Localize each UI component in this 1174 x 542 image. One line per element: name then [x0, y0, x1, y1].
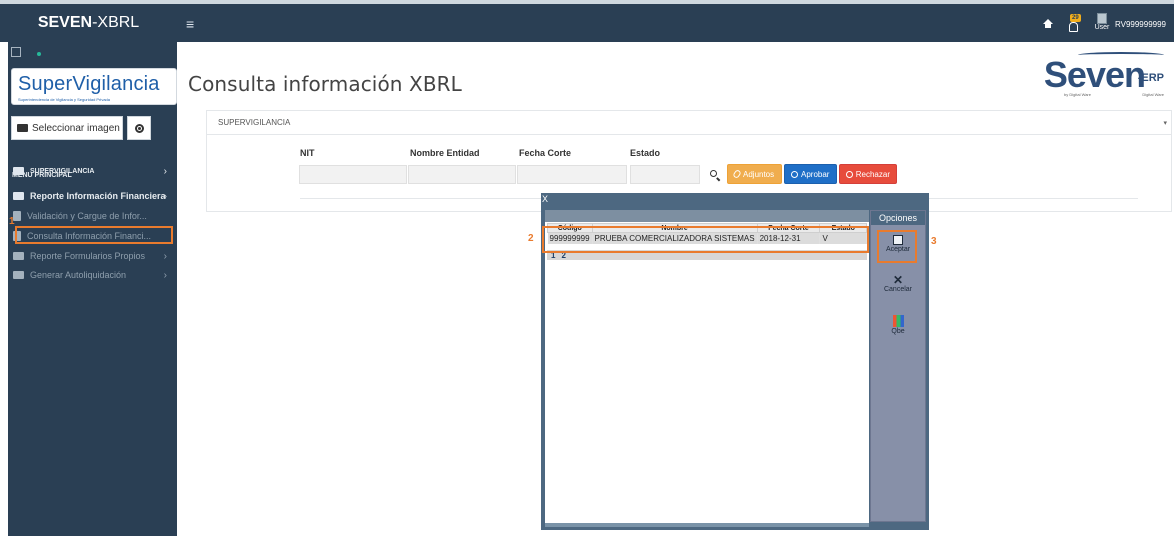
select-image-button[interactable]: Seleccionar imagen [11, 116, 123, 140]
nit-input[interactable] [299, 165, 407, 184]
highlight-aceptar [877, 230, 917, 263]
app-root: SEVEN -XBRL ≡ 29 User RV999999999 SuperVi… [0, 0, 1174, 542]
brand-title: SEVEN -XBRL [0, 4, 177, 42]
user-name: RV999999999 [1114, 19, 1166, 29]
brand-rest: -XBRL [92, 14, 140, 31]
client-logo: SuperVigilancia Superintendencia de Vigi… [11, 68, 177, 105]
folder-icon [13, 167, 24, 175]
chevron-right-icon: › [163, 250, 167, 262]
nombre-input[interactable] [408, 165, 516, 184]
panel-title: SUPERVIGILANCIA [218, 118, 291, 127]
seven-erp-logo: Seven -ERP by Digital Ware Digital Ware [1044, 52, 1164, 100]
annotation-3: 3 [931, 236, 937, 247]
estado-label: Estado [630, 148, 661, 158]
nit-label: NIT [300, 148, 315, 158]
logo-company: Digital Ware [1142, 92, 1164, 97]
folder-icon [13, 192, 24, 200]
notification-badge: 29 [1069, 14, 1081, 22]
qbe-label: Qbe [891, 328, 905, 335]
sidebar-item-label: SUPERVIGILANCIA [30, 167, 95, 175]
logo-erp: -ERP [1137, 72, 1164, 84]
brand-bold: SEVEN [37, 14, 93, 31]
aprobar-button[interactable]: Aprobar [784, 164, 837, 184]
user-menu[interactable]: User RV999999999 [1095, 13, 1166, 35]
check-circle-icon [791, 170, 798, 178]
sidebar-item-supervigilancia[interactable]: SUPERVIGILANCIA › [13, 163, 173, 179]
cancelar-label: Cancelar [883, 286, 912, 293]
panel-header[interactable]: SUPERVIGILANCIA [207, 111, 1171, 135]
target-button[interactable] [127, 116, 151, 140]
home-icon[interactable] [1042, 19, 1053, 29]
logo-by: by Digital Ware [1064, 92, 1091, 97]
qbe-icon [892, 315, 904, 327]
search-icon [709, 169, 717, 177]
annotation-2: 2 [528, 233, 534, 244]
sidebar-item-formularios[interactable]: Reporte Formularios Propios › [13, 248, 173, 264]
highlight-result-row [542, 226, 869, 253]
logo-subtext: Superintendencia de Vigilancia y Segurid… [18, 97, 110, 102]
paperclip-icon [732, 169, 742, 179]
user-label: User [1094, 24, 1110, 31]
sidebar-item-autoliquidacion[interactable]: Generar Autoliquidación › [13, 267, 173, 283]
rechazar-label: Rechazar [855, 169, 890, 179]
fecha-label: Fecha Corte [519, 148, 572, 158]
logo-text: SuperVigilancia [18, 73, 160, 95]
close-icon: ✕ [892, 273, 904, 287]
logo-seven: Seven [1043, 54, 1146, 95]
user-image-icon [1096, 13, 1107, 24]
search-button[interactable] [703, 163, 723, 183]
sidebar-item-label: Validación y Cargue de Infor... [27, 211, 147, 221]
sidebar-item-validacion[interactable]: Validación y Cargue de Infor... [13, 208, 173, 224]
close-icon[interactable]: X [542, 194, 548, 204]
chevron-right-icon: › [163, 165, 167, 177]
status-dot-icon [37, 52, 41, 56]
estado-input[interactable] [630, 165, 700, 184]
top-right-area: 29 User RV999999999 [1042, 10, 1166, 38]
avatar: User [1095, 13, 1109, 35]
top-bar: SEVEN -XBRL ≡ 29 User RV999999999 [0, 0, 1174, 42]
results-grid: Código Nombre Fecha Corte Estado 9999999… [545, 210, 869, 525]
caret-down-icon[interactable]: ▾ [1163, 119, 1167, 127]
sidebar-checkbox[interactable] [11, 47, 21, 57]
bell-icon [1068, 22, 1078, 32]
adjuntos-button[interactable]: Adjuntos [727, 164, 782, 184]
sidebar-item-reporte-financiera[interactable]: Reporte Información Financiera › [13, 188, 173, 204]
annotation-1: 1 [9, 216, 15, 227]
rechazar-button[interactable]: Rechazar [839, 164, 897, 184]
folder-icon [13, 271, 24, 279]
select-image-label: Seleccionar imagen [32, 122, 120, 134]
sidebar: SuperVigilancia Superintendencia de Vigi… [8, 42, 177, 536]
menu-toggle-icon[interactable]: ≡ [186, 16, 194, 32]
folder-open-icon [17, 124, 28, 132]
highlight-consulta [15, 226, 173, 244]
chevron-right-icon: › [163, 190, 167, 202]
page-title: Consulta información XBRL [188, 72, 462, 96]
nombre-label: Nombre Entidad [410, 148, 480, 158]
qbe-button[interactable]: Qbe [872, 315, 924, 335]
sidebar-item-label: Reporte Formularios Propios [30, 251, 146, 261]
modal-footer-bar [545, 523, 869, 527]
x-circle-icon [846, 170, 853, 178]
folder-icon [13, 252, 24, 260]
options-title: Opciones [871, 211, 925, 225]
sidebar-item-label: Generar Autoliquidación [30, 270, 127, 280]
target-icon [134, 123, 144, 133]
cancelar-button[interactable]: ✕ Cancelar [872, 273, 924, 293]
adjuntos-label: Adjuntos [743, 169, 775, 179]
chevron-right-icon: › [163, 269, 167, 281]
grid-header-bar [545, 210, 869, 222]
aprobar-label: Aprobar [801, 169, 830, 179]
notifications-button[interactable]: 29 [1067, 14, 1081, 34]
fecha-input[interactable] [517, 165, 627, 184]
sidebar-item-label: Reporte Información Financiera [30, 191, 166, 201]
